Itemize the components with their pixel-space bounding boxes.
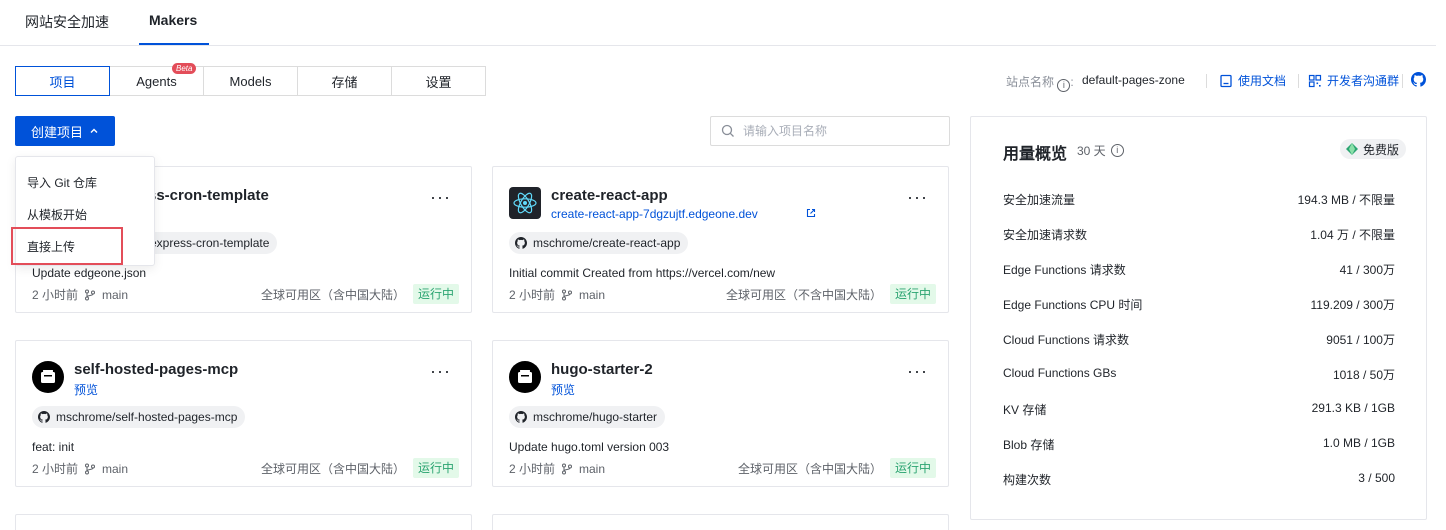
deploy-meta: 2 小时前 main: [32, 461, 129, 477]
preview-link[interactable]: 预览: [74, 381, 98, 398]
top-tabs: 网站安全加速 Makers: [0, 0, 1436, 46]
divider: [1206, 74, 1207, 88]
status-badge: 运行中: [889, 284, 936, 304]
tab-makers[interactable]: Makers: [149, 12, 197, 28]
nav-agents-label: Agents: [136, 73, 177, 89]
branch-icon: [85, 289, 96, 300]
region-label: 全球可用区（含中国大陆）: [261, 462, 406, 476]
project-title[interactable]: self-hosted-pages-mcp: [74, 361, 238, 378]
info-icon[interactable]: i: [1057, 79, 1071, 92]
nav-storage[interactable]: 存储: [297, 66, 392, 96]
repo-tag: mschrome/create-react-app: [509, 232, 689, 254]
create-project-button[interactable]: 创建项目: [15, 116, 115, 146]
deploy-meta: 2 小时前 main: [509, 461, 606, 477]
menu-item-from-template[interactable]: 从模板开始: [27, 206, 87, 223]
project-logo-icon: [32, 361, 64, 393]
menu-item-import-git[interactable]: 导入 Git 仓库: [27, 174, 97, 191]
project-title[interactable]: ss-cron-template: [148, 187, 269, 204]
usage-overview-panel: 用量概览 30 天 i 免费版 安全加速流量 194.3 MB / 不限量 安全加…: [970, 116, 1427, 520]
preview-link[interactable]: 预览: [551, 381, 575, 398]
github-link[interactable]: [1411, 72, 1426, 87]
divider: [1402, 74, 1403, 88]
nav-models[interactable]: Models: [203, 66, 298, 96]
deploy-meta: 2 小时前 main: [509, 287, 606, 303]
site-name-label: 站点名称 i:: [1006, 75, 1074, 92]
status-badge: 运行中: [412, 458, 459, 478]
project-card[interactable]: hugo-starter-2 预览 ··· mschrome/hugo-star…: [492, 340, 949, 487]
region-label: 全球可用区（不含中国大陆）: [726, 288, 883, 302]
github-icon: [38, 411, 50, 423]
deploy-meta: 2 小时前 main: [32, 287, 129, 303]
book-icon: [1220, 74, 1232, 87]
info-icon[interactable]: i: [1110, 144, 1124, 157]
search-icon: [721, 124, 734, 137]
nav-agents[interactable]: Agents Beta: [109, 63, 204, 96]
external-link-icon[interactable]: [806, 208, 816, 218]
branch-icon: [562, 463, 573, 474]
usage-title: 用量概览: [1003, 146, 1068, 163]
project-card[interactable]: self-hosted-pages-mcp 预览 ··· mschrome/se…: [15, 340, 472, 487]
commit-message: Update hugo.toml version 003: [509, 440, 670, 454]
repo-tag: mschrome/hugo-starter: [509, 406, 666, 428]
project-logo-icon: [509, 361, 541, 393]
project-search: [710, 116, 950, 146]
region-label: 全球可用区（含中国大陆）: [738, 462, 883, 476]
search-input[interactable]: [743, 124, 933, 138]
github-icon: [515, 237, 527, 249]
commit-message: feat: init: [32, 440, 75, 454]
nav-settings[interactable]: 设置: [391, 66, 486, 96]
github-icon: [515, 411, 527, 423]
beta-badge: Beta: [172, 63, 197, 74]
project-url-link[interactable]: create-react-app-7dgzujtf.edgeone.dev: [551, 207, 758, 221]
plan-badge: 免费版: [1339, 139, 1406, 159]
commit-message: Update edgeone.json: [32, 266, 147, 280]
project-title[interactable]: create-react-app: [551, 187, 668, 204]
usage-period: 30 天 i: [1077, 142, 1124, 159]
community-link[interactable]: 开发者沟通群: [1308, 72, 1399, 89]
region-label: 全球可用区（含中国大陆）: [261, 288, 406, 302]
github-icon: [1411, 72, 1426, 87]
repo-tag: express-cron-template: [144, 232, 278, 254]
tab-web-security[interactable]: 网站安全加速: [25, 12, 109, 32]
qrcode-icon: [1308, 74, 1322, 87]
project-title[interactable]: hugo-starter-2: [551, 361, 653, 378]
nav-projects[interactable]: 项目: [15, 66, 110, 96]
divider: [1298, 74, 1299, 88]
commit-message: Initial commit Created from https://verc…: [509, 266, 776, 280]
more-options-icon[interactable]: ···: [907, 361, 928, 382]
docs-link[interactable]: 使用文档: [1219, 72, 1286, 89]
branch-icon: [562, 289, 573, 300]
status-badge: 运行中: [889, 458, 936, 478]
project-card[interactable]: create-react-app create-react-app-7dgzuj…: [492, 166, 949, 313]
more-options-icon[interactable]: ···: [430, 361, 451, 382]
active-tab-indicator: [139, 43, 209, 45]
react-logo-icon: [509, 187, 541, 219]
diamond-icon: [1345, 143, 1358, 155]
more-options-icon[interactable]: ···: [907, 187, 928, 208]
highlight-box: [11, 227, 123, 265]
repo-tag: mschrome/self-hosted-pages-mcp: [32, 406, 246, 428]
site-name-value: default-pages-zone: [1082, 73, 1185, 87]
chevron-up-icon: [90, 128, 98, 133]
branch-icon: [85, 463, 96, 474]
project-card[interactable]: [15, 514, 472, 530]
project-card[interactable]: [492, 514, 949, 530]
project-nav: 项目 Agents Beta Models 存储 设置: [15, 63, 486, 96]
status-badge: 运行中: [412, 284, 459, 304]
more-options-icon[interactable]: ···: [430, 187, 451, 208]
